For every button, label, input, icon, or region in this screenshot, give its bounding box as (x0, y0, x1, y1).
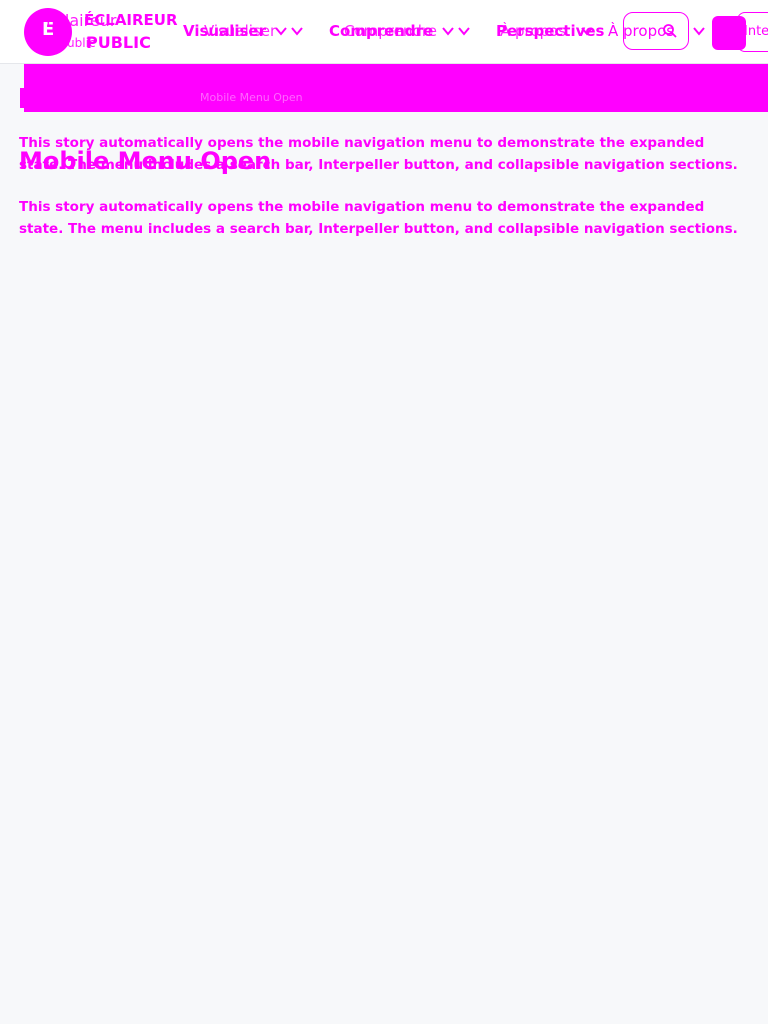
story-description: This story automatically opens the mobil… (19, 199, 738, 237)
highlight-band (24, 64, 768, 112)
interpeller-button[interactable]: Interpeller (737, 12, 768, 52)
nav-visualiser-duplicate: Visualiser (204, 22, 277, 40)
search-icon (663, 24, 677, 38)
nav-apropos-duplicate: À propos (500, 22, 567, 40)
band-faint-text: Mobile Menu Open (200, 91, 303, 104)
search-button[interactable] (623, 12, 689, 50)
brand-line2[interactable]: PUBLIC (86, 34, 151, 52)
chevron-down-icon[interactable] (274, 24, 288, 38)
chevron-down-icon[interactable] (457, 24, 471, 38)
chevron-down-icon[interactable] (692, 24, 706, 38)
band-edge (20, 88, 30, 108)
chevron-down-icon[interactable] (580, 24, 594, 38)
nav-comprendre-duplicate: Comprendre (344, 22, 437, 40)
site-header: E Éclaireur ÉCLAIREUR Public PUBLIC Visu… (0, 0, 768, 64)
brand-line1[interactable]: ÉCLAIREUR (84, 11, 178, 29)
page-title: Mobile Menu Open (19, 147, 272, 175)
chevron-down-icon[interactable] (441, 24, 455, 38)
chevron-down-icon[interactable] (290, 24, 304, 38)
